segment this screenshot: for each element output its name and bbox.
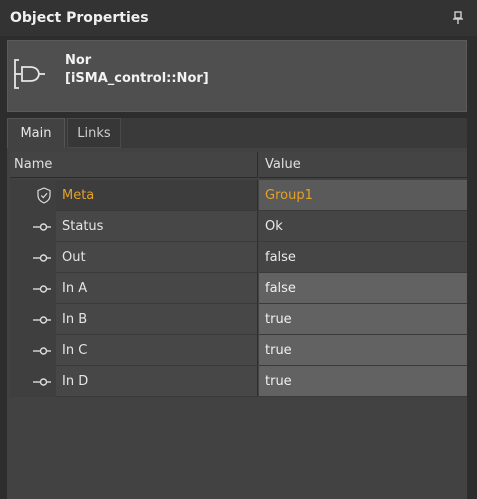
row-icon-cell bbox=[10, 335, 56, 366]
row-icon-cell bbox=[10, 366, 56, 397]
row-value[interactable]: true bbox=[259, 304, 467, 335]
table-row-meta[interactable]: Meta Group1 bbox=[10, 180, 467, 211]
slot-icon bbox=[33, 254, 51, 262]
row-name: In A bbox=[56, 273, 258, 304]
row-icon-cell bbox=[10, 211, 56, 242]
row-icon-cell bbox=[10, 304, 56, 335]
table-row-status[interactable]: Status Ok bbox=[10, 211, 467, 242]
table-row-in-d[interactable]: In D true bbox=[10, 366, 467, 397]
row-value: Ok bbox=[259, 211, 467, 242]
panel-header: Object Properties bbox=[0, 0, 477, 36]
tab-links[interactable]: Links bbox=[67, 118, 121, 148]
nor-gate-icon bbox=[14, 59, 45, 89]
object-name: Nor bbox=[65, 53, 92, 68]
row-value[interactable]: true bbox=[259, 335, 467, 366]
row-icon-cell bbox=[10, 180, 56, 211]
row-icon-cell bbox=[10, 242, 56, 273]
row-icon-cell bbox=[10, 273, 56, 304]
slot-icon bbox=[33, 285, 51, 293]
row-value[interactable]: false bbox=[259, 273, 467, 304]
slot-icon bbox=[33, 347, 51, 355]
properties-table: Name Value Meta Group1 Status Ok Out fal… bbox=[7, 148, 467, 499]
slot-icon bbox=[33, 316, 51, 324]
slot-icon bbox=[33, 223, 51, 231]
row-name: Status bbox=[56, 211, 258, 242]
table-row-in-b[interactable]: In B true bbox=[10, 304, 467, 335]
table-row-in-a[interactable]: In A false bbox=[10, 273, 467, 304]
row-value[interactable]: Group1 bbox=[259, 180, 467, 211]
tab-strip: Main Links bbox=[7, 118, 467, 148]
row-name: Meta bbox=[56, 180, 258, 211]
shield-icon bbox=[37, 187, 51, 204]
table-row-in-c[interactable]: In C true bbox=[10, 335, 467, 366]
slot-icon bbox=[33, 378, 51, 386]
panel-title: Object Properties bbox=[10, 10, 149, 26]
row-name: In C bbox=[56, 335, 258, 366]
row-name: Out bbox=[56, 242, 258, 273]
row-value: false bbox=[259, 242, 467, 273]
tab-main[interactable]: Main bbox=[7, 118, 65, 148]
column-header-name[interactable]: Name bbox=[10, 152, 258, 178]
table-row-out[interactable]: Out false bbox=[10, 242, 467, 273]
row-name: In B bbox=[56, 304, 258, 335]
column-header-value[interactable]: Value bbox=[259, 152, 467, 178]
row-value[interactable]: true bbox=[259, 366, 467, 397]
row-name: In D bbox=[56, 366, 258, 397]
pin-icon[interactable] bbox=[452, 11, 464, 25]
object-type: [iSMA_control::Nor] bbox=[65, 71, 209, 86]
object-summary: Nor [iSMA_control::Nor] bbox=[7, 40, 467, 112]
